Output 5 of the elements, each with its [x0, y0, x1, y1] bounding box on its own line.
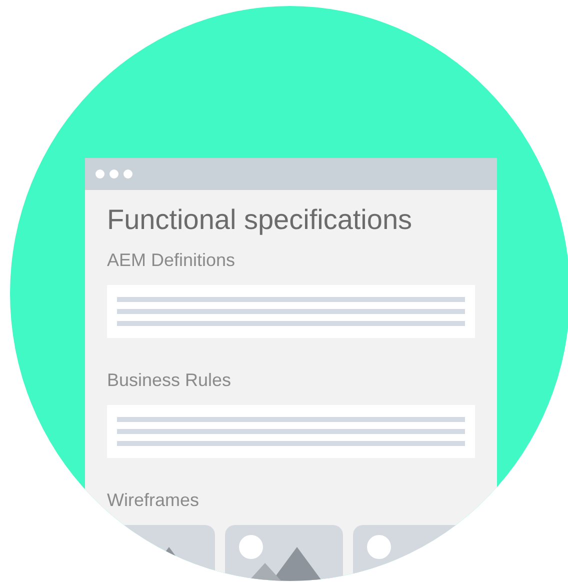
section-label: AEM Definitions: [107, 250, 236, 271]
window-controls-icon: [95, 169, 135, 179]
section-label: Business Rules: [107, 370, 232, 391]
section-label: Wireframes: [107, 490, 200, 511]
window-title: Functional specifications: [107, 204, 414, 236]
